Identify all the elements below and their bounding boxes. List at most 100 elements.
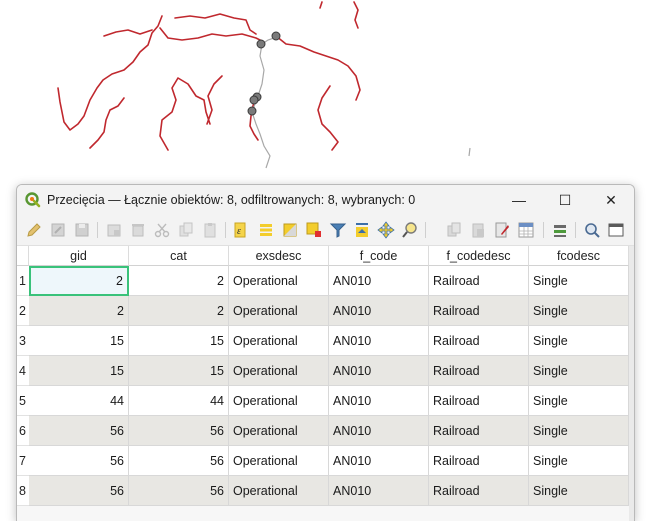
map-canvas[interactable] (0, 0, 652, 190)
save-edits-icon[interactable] (73, 221, 91, 239)
table-cell-gid[interactable]: 56 (29, 416, 129, 446)
table-cell-fcodesc[interactable]: Single (529, 356, 629, 386)
table-cell-cat[interactable]: 44 (129, 386, 229, 416)
zoom-to-selection-icon[interactable] (401, 221, 419, 239)
reload-icon[interactable] (105, 221, 123, 239)
copy-cell-icon[interactable] (445, 221, 463, 239)
river-line (103, 29, 153, 37)
column-header-fcodesc[interactable]: fcodesc (529, 246, 629, 266)
table-cell-f-code[interactable]: AN010 (329, 266, 429, 296)
table-cell-gid[interactable]: 15 (29, 326, 129, 356)
table-cell-exsdesc[interactable]: Operational (229, 296, 329, 326)
table-cell-exsdesc[interactable]: Operational (229, 386, 329, 416)
table-cell-f-code[interactable]: AN010 (329, 446, 429, 476)
table-cell-f-codedesc[interactable]: Railroad (429, 386, 529, 416)
cut-icon[interactable] (153, 221, 171, 239)
table-cell-f-codedesc[interactable]: Railroad (429, 476, 529, 506)
row-number[interactable]: 6 (17, 416, 29, 446)
toolbar-separator (575, 222, 576, 238)
table-cell-fcodesc[interactable]: Single (529, 326, 629, 356)
table-cell-fcodesc[interactable]: Single (529, 386, 629, 416)
table-cell-cat[interactable]: 56 (129, 446, 229, 476)
table-cell-f-codedesc[interactable]: Railroad (429, 416, 529, 446)
table-cell-cat[interactable]: 15 (129, 356, 229, 386)
table-cell-f-codedesc[interactable]: Railroad (429, 446, 529, 476)
field-calculator-icon[interactable] (517, 221, 535, 239)
table-cell-f-codedesc[interactable]: Railroad (429, 296, 529, 326)
table-cell-exsdesc[interactable]: Operational (229, 416, 329, 446)
table-cell-cat[interactable]: 2 (129, 296, 229, 326)
table-cell-exsdesc[interactable]: Operational (229, 266, 329, 296)
window-title: Przecięcia — Łącznie obiektów: 8, odfilt… (47, 193, 416, 207)
table-cell-exsdesc[interactable]: Operational (229, 446, 329, 476)
table-cell-exsdesc[interactable]: Operational (229, 476, 329, 506)
minimize-button[interactable]: — (496, 185, 542, 215)
title-bar[interactable]: Przecięcia — Łącznie obiektów: 8, odfilt… (17, 185, 634, 215)
attribute-table[interactable]: gid cat exsdesc f_code f_codedesc fcodesc 1 2 2 O… (17, 246, 634, 521)
table-cell-fcodesc[interactable]: Single (529, 446, 629, 476)
table-cell-f-code[interactable]: AN010 (329, 356, 429, 386)
table-cell-gid[interactable]: 15 (29, 356, 129, 386)
row-number[interactable]: 3 (17, 326, 29, 356)
new-field-icon[interactable] (493, 221, 511, 239)
toolbar-separator (425, 222, 426, 238)
table-cell-f-code[interactable]: AN010 (329, 326, 429, 356)
multi-edit-icon[interactable] (49, 221, 67, 239)
column-header-f-codedesc[interactable]: f_codedesc (429, 246, 529, 266)
table-cell-gid[interactable]: 2 (29, 296, 129, 326)
table-cell-gid[interactable]: 44 (29, 386, 129, 416)
invert-selection-icon[interactable] (281, 221, 299, 239)
row-number[interactable]: 4 (17, 356, 29, 386)
table-cell-fcodesc[interactable]: Single (529, 416, 629, 446)
river-line (317, 85, 339, 151)
vertical-scrollbar[interactable] (629, 246, 634, 521)
table-cell-exsdesc[interactable]: Operational (229, 326, 329, 356)
row-number[interactable]: 1 (17, 266, 29, 296)
table-cell-cat[interactable]: 2 (129, 266, 229, 296)
table-cell-cat[interactable]: 15 (129, 326, 229, 356)
column-header-f-code[interactable]: f_code (329, 246, 429, 266)
deselect-all-icon[interactable] (305, 221, 323, 239)
paste-icon[interactable] (201, 221, 219, 239)
row-number[interactable]: 2 (17, 296, 29, 326)
table-cell-f-codedesc[interactable]: Railroad (429, 356, 529, 386)
maximize-button[interactable]: ☐ (542, 185, 588, 215)
table-cell-cat[interactable]: 56 (129, 476, 229, 506)
paste-cell-icon[interactable] (469, 221, 487, 239)
dock-icon[interactable] (607, 221, 625, 239)
copy-icon[interactable] (177, 221, 195, 239)
table-cell-f-code[interactable]: AN010 (329, 476, 429, 506)
actions-icon[interactable] (583, 221, 601, 239)
table-cell-f-code[interactable]: AN010 (329, 416, 429, 446)
move-selection-top-icon[interactable] (353, 221, 371, 239)
table-cell-cat[interactable]: 56 (129, 416, 229, 446)
table-cell-gid[interactable]: 56 (29, 476, 129, 506)
table-cell-fcodesc[interactable]: Single (529, 476, 629, 506)
table-cell-gid[interactable]: 56 (29, 446, 129, 476)
filter-icon[interactable] (329, 221, 347, 239)
table-cell-exsdesc[interactable]: Operational (229, 356, 329, 386)
expression-select-icon[interactable]: ε (233, 221, 251, 239)
river-line (174, 13, 257, 35)
river-line (206, 75, 223, 125)
row-number[interactable]: 7 (17, 446, 29, 476)
pan-to-selection-icon[interactable] (377, 221, 395, 239)
table-cell-f-code[interactable]: AN010 (329, 386, 429, 416)
column-header-cat[interactable]: cat (129, 246, 229, 266)
conditional-formatting-icon[interactable] (551, 221, 569, 239)
select-all-icon[interactable] (257, 221, 275, 239)
close-button[interactable]: ✕ (588, 185, 634, 215)
table-cell-fcodesc[interactable]: Single (529, 296, 629, 326)
pencil-edit-icon[interactable] (25, 221, 43, 239)
row-number[interactable]: 8 (17, 476, 29, 506)
table-cell-fcodesc[interactable]: Single (529, 266, 629, 296)
table-cell-f-codedesc[interactable]: Railroad (429, 326, 529, 356)
table-cell-f-codedesc[interactable]: Railroad (429, 266, 529, 296)
column-header-exsdesc[interactable]: exsdesc (229, 246, 329, 266)
table-cell-gid[interactable]: 2 (29, 266, 129, 296)
column-header-gid[interactable]: gid (29, 246, 129, 266)
row-number[interactable]: 5 (17, 386, 29, 416)
delete-feature-icon[interactable] (129, 221, 147, 239)
table-cell-f-code[interactable]: AN010 (329, 296, 429, 326)
header-corner[interactable] (17, 246, 29, 266)
